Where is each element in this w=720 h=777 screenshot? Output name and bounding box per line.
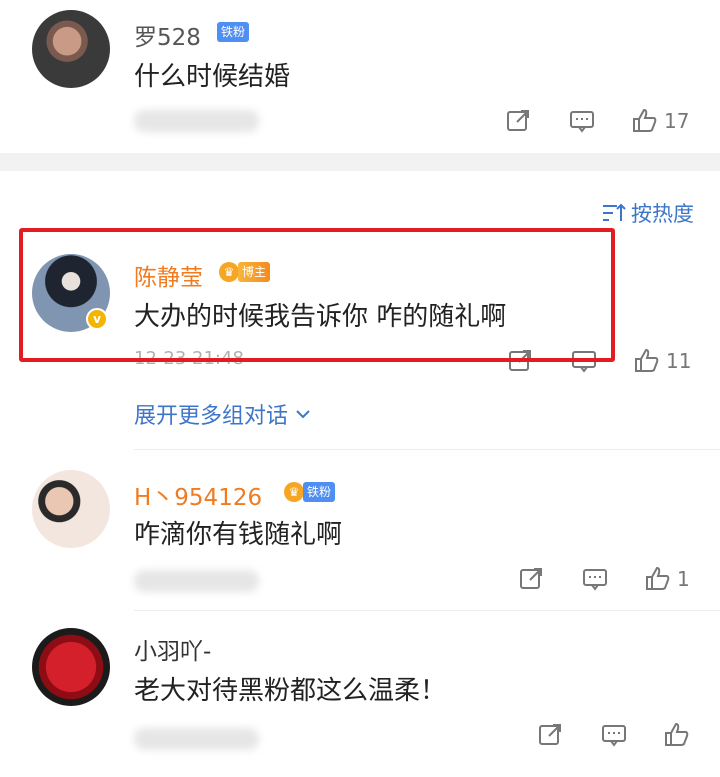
comment-icon <box>570 111 594 133</box>
share-icon <box>539 724 561 745</box>
comment-icon <box>572 351 596 373</box>
share-button[interactable] <box>536 720 564 750</box>
like-button[interactable]: 1 <box>643 564 690 594</box>
crown-icon: ♛ <box>219 262 239 282</box>
blurred-timestamp <box>134 570 259 592</box>
author-badge: 博主 <box>238 262 271 282</box>
thumbs-up-icon <box>635 348 659 372</box>
thumbs-up-icon <box>665 722 689 746</box>
sort-icon <box>603 203 626 221</box>
comment-timestamp: 12-23 21:48 <box>134 348 244 369</box>
like-button[interactable]: 11 <box>632 346 691 376</box>
comment-icon <box>602 725 626 747</box>
comment-text: 咋滴你有钱随礼啊 <box>134 520 343 550</box>
verified-badge-icon: v <box>86 308 108 330</box>
crown-icon: ♛ <box>284 482 304 502</box>
sort-label: 按热度 <box>631 202 694 226</box>
divider <box>134 449 720 450</box>
avatar[interactable] <box>32 628 110 706</box>
blurred-timestamp <box>134 110 259 132</box>
reply-button[interactable] <box>568 106 596 136</box>
comment-text: 老大对待黑粉都这么温柔！ <box>134 676 447 706</box>
like-count: 1 <box>677 567 690 591</box>
comment-username[interactable]: H丶954126 <box>134 478 262 512</box>
like-button[interactable] <box>662 720 696 750</box>
comment-text: 什么时候结婚 <box>134 62 291 92</box>
divider <box>134 610 720 611</box>
comment-item: v 陈静莹 ♛ 博主 大办的时候我告诉你 咋的随礼啊 12-23 21:48 1… <box>0 240 720 440</box>
fan-badge: 铁粉 <box>217 22 250 42</box>
comment-icon <box>583 569 607 591</box>
avatar[interactable] <box>32 10 110 88</box>
fan-badge: 铁粉 <box>303 482 336 502</box>
section-separator <box>0 153 720 171</box>
comment-item: 罗528 铁粉 什么时候结婚 17 <box>0 0 720 153</box>
thumbs-up-icon <box>633 108 657 132</box>
comment-item: 小羽吖- 老大对待黑粉都这么温柔！ <box>0 618 720 777</box>
comment-username[interactable]: 罗528 <box>134 18 201 52</box>
thumbs-up-icon <box>646 566 670 590</box>
expand-replies-link[interactable]: 展开更多组对话 <box>134 398 312 430</box>
share-button[interactable] <box>504 106 532 136</box>
like-button[interactable]: 17 <box>630 106 689 136</box>
reply-button[interactable] <box>581 564 609 594</box>
comment-username[interactable]: 陈静莹 <box>134 258 203 292</box>
like-count: 11 <box>666 349 692 373</box>
sort-toggle[interactable]: 按热度 <box>601 198 694 228</box>
blurred-timestamp <box>134 728 259 750</box>
expand-label: 展开更多组对话 <box>134 404 289 429</box>
reply-button[interactable] <box>570 346 598 376</box>
avatar[interactable] <box>32 470 110 548</box>
share-icon <box>509 350 531 371</box>
share-icon <box>507 110 529 131</box>
comment-item: H丶954126 ♛ 铁粉 咋滴你有钱随礼啊 1 <box>0 460 720 610</box>
share-icon <box>520 568 542 589</box>
like-count: 17 <box>664 109 690 133</box>
share-button[interactable] <box>506 346 534 376</box>
comment-text: 大办的时候我告诉你 咋的随礼啊 <box>134 302 507 332</box>
comment-username[interactable]: 小羽吖- <box>134 632 211 666</box>
reply-button[interactable] <box>600 720 628 750</box>
chevron-down-icon <box>296 410 310 419</box>
share-button[interactable] <box>517 564 545 594</box>
